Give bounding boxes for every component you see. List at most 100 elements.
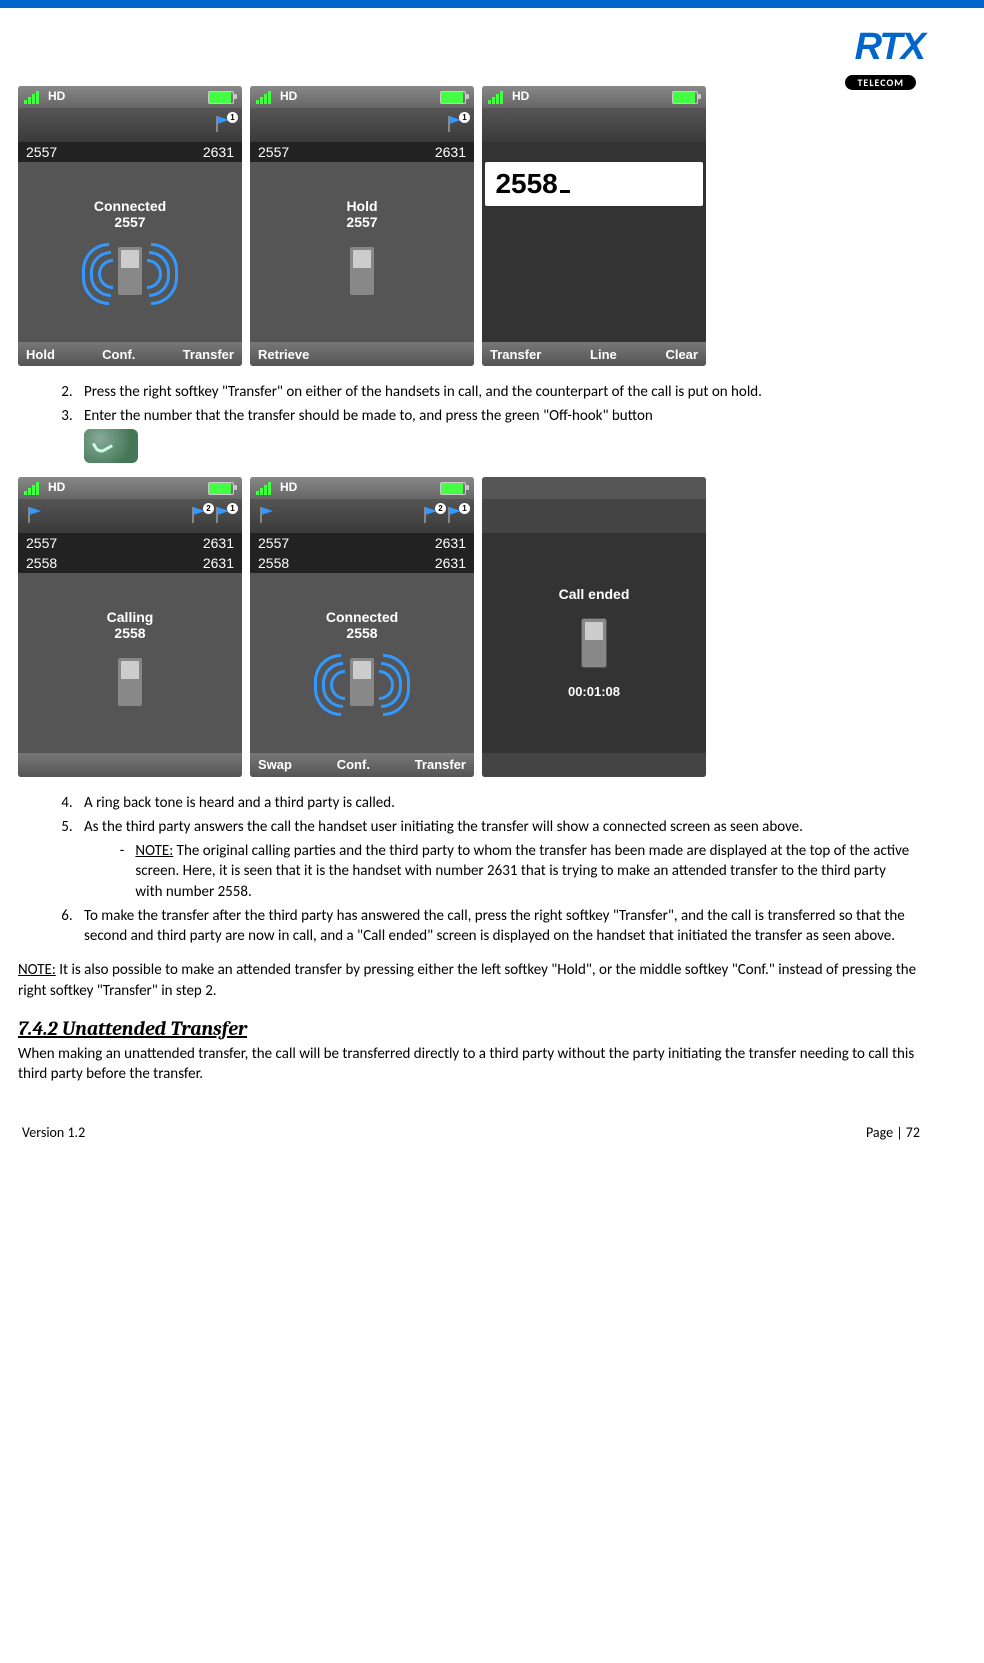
battery-icon xyxy=(440,482,466,495)
screen-hold: HD 1 2557 2631 Hold 2557 Re xyxy=(250,86,474,366)
line-left: 2557 xyxy=(258,144,289,160)
entered-number: 2558 xyxy=(495,168,557,199)
footer-version: Version 1.2 xyxy=(22,1124,85,1141)
line-right: 2631 xyxy=(203,555,234,571)
softkey-swap[interactable]: Swap xyxy=(258,757,292,772)
call-number: 2558 xyxy=(114,625,145,641)
call-timer: 00:01:08 xyxy=(568,684,620,699)
softkey-transfer[interactable]: Transfer xyxy=(415,757,466,772)
screen-content: Connected 2557 xyxy=(18,162,242,342)
call-status: Hold xyxy=(346,198,377,214)
list-item: Press the right softkey "Transfer" on ei… xyxy=(76,382,924,402)
note-label: NOTE: xyxy=(18,961,56,979)
number-entry[interactable]: 2558 xyxy=(485,162,702,206)
note-body: The original calling parties and the thi… xyxy=(135,842,909,901)
softkey-bar: Swap Conf. Transfer xyxy=(250,753,474,777)
screen-calling: HD 2 1 2557 2631 2 xyxy=(18,477,242,777)
note-paragraph: NOTE: It is also possible to make an att… xyxy=(18,960,924,1001)
line-left: 2558 xyxy=(26,555,57,571)
line-left: 2557 xyxy=(26,144,57,160)
list-item: A ring back tone is heard and a third pa… xyxy=(76,793,924,813)
list-item: To make the transfer after the third par… xyxy=(76,906,924,947)
hd-indicator: HD xyxy=(280,480,297,494)
top-accent-bar xyxy=(0,0,984,8)
phone-icon xyxy=(349,246,375,296)
call-flag-icon: 1 xyxy=(446,114,466,134)
line-right: 2631 xyxy=(435,555,466,571)
softkey-bar: Transfer Line Clear xyxy=(482,342,706,366)
footer-page: Page | 72 xyxy=(866,1124,920,1141)
line-right: 2631 xyxy=(203,144,234,160)
screen-dial-entry: HD 2558 Transfer Line Clear xyxy=(482,86,706,366)
softkey-clear[interactable]: Clear xyxy=(665,347,698,362)
instruction-list-a: Press the right softkey "Transfer" on ei… xyxy=(18,382,924,463)
battery-icon xyxy=(208,482,234,495)
phone-icon xyxy=(117,657,143,707)
call-status: Calling xyxy=(107,609,154,625)
call-number: 2557 xyxy=(346,214,377,230)
rtx-logo: RTX TELECOM xyxy=(744,28,924,78)
logo-subtext: TELECOM xyxy=(845,75,916,90)
dash: - xyxy=(112,841,132,861)
badge: 2 xyxy=(435,503,446,514)
status-bar: HD xyxy=(250,477,474,499)
note-text: NOTE: The original calling parties and t… xyxy=(135,841,915,902)
status-bar: HD xyxy=(18,86,242,108)
cursor xyxy=(560,190,570,193)
screen-connected-2: HD 2 1 2557 2631 2 xyxy=(250,477,474,777)
battery-icon xyxy=(208,91,234,104)
logo-text: RTX xyxy=(855,26,924,68)
badge: 1 xyxy=(459,112,470,123)
signal-icon xyxy=(488,91,503,104)
handset-graphic xyxy=(312,647,412,717)
list-text: Enter the number that the transfer shoul… xyxy=(84,407,653,425)
screen-connected: HD 1 2557 2631 Connected 2557 xyxy=(18,86,242,366)
softkey-bar xyxy=(18,753,242,777)
section-body: When making an unattended transfer, the … xyxy=(18,1044,924,1085)
line-left: 2557 xyxy=(26,535,57,551)
hd-indicator: HD xyxy=(48,89,65,103)
softkey-retrieve[interactable]: Retrieve xyxy=(258,347,309,362)
status-bar: HD xyxy=(18,477,242,499)
list-text: A ring back tone is heard and a third pa… xyxy=(84,794,395,812)
softkey-transfer[interactable]: Transfer xyxy=(490,347,541,362)
section-heading: 7.4.2 Unattended Transfer xyxy=(18,1017,924,1040)
status-bar: HD xyxy=(250,86,474,108)
page-body: RTX TELECOM HD 1 2557 2631 Con xyxy=(0,8,984,1181)
line-right: 2631 xyxy=(435,144,466,160)
softkey-hold[interactable]: Hold xyxy=(26,347,55,362)
hd-indicator: HD xyxy=(512,89,529,103)
signal-icon xyxy=(24,482,39,495)
call-flag-icon: 2 xyxy=(190,505,210,525)
note-body: It is also possible to make an attended … xyxy=(18,961,916,999)
signal-icon xyxy=(256,482,271,495)
softkey-transfer[interactable]: Transfer xyxy=(183,347,234,362)
status-bar: HD xyxy=(482,86,706,108)
screenshot-row-2: HD 2 1 2557 2631 2 xyxy=(18,477,924,777)
line-info: 2557 2631 xyxy=(250,142,474,162)
off-hook-button-icon xyxy=(84,429,138,463)
phone-icon xyxy=(581,618,607,668)
softkey-conf[interactable]: Conf. xyxy=(337,757,370,772)
badge: 1 xyxy=(227,503,238,514)
hd-indicator: HD xyxy=(48,480,65,494)
call-status: Call ended xyxy=(559,586,630,602)
phone-icon xyxy=(349,657,375,707)
phone-icon xyxy=(117,246,143,296)
call-number: 2557 xyxy=(114,214,145,230)
softkey-bar xyxy=(482,753,706,777)
line-info: 2557 2631 xyxy=(18,142,242,162)
screen-content: Calling 2558 xyxy=(18,573,242,753)
hd-indicator: HD xyxy=(280,89,297,103)
list-item: As the third party answers the call the … xyxy=(76,817,924,902)
softkey-conf[interactable]: Conf. xyxy=(102,347,135,362)
screen-content: Connected 2558 xyxy=(250,573,474,753)
call-flag-icon xyxy=(26,505,46,525)
call-status: Connected xyxy=(94,198,166,214)
line-info-1: 2557 2631 xyxy=(250,533,474,553)
screen-content: Call ended 00:01:08 xyxy=(482,533,706,753)
softkey-line[interactable]: Line xyxy=(590,347,617,362)
line-info-1: 2557 2631 xyxy=(18,533,242,553)
screen-content: 2558 xyxy=(482,142,706,342)
line-right: 2631 xyxy=(435,535,466,551)
